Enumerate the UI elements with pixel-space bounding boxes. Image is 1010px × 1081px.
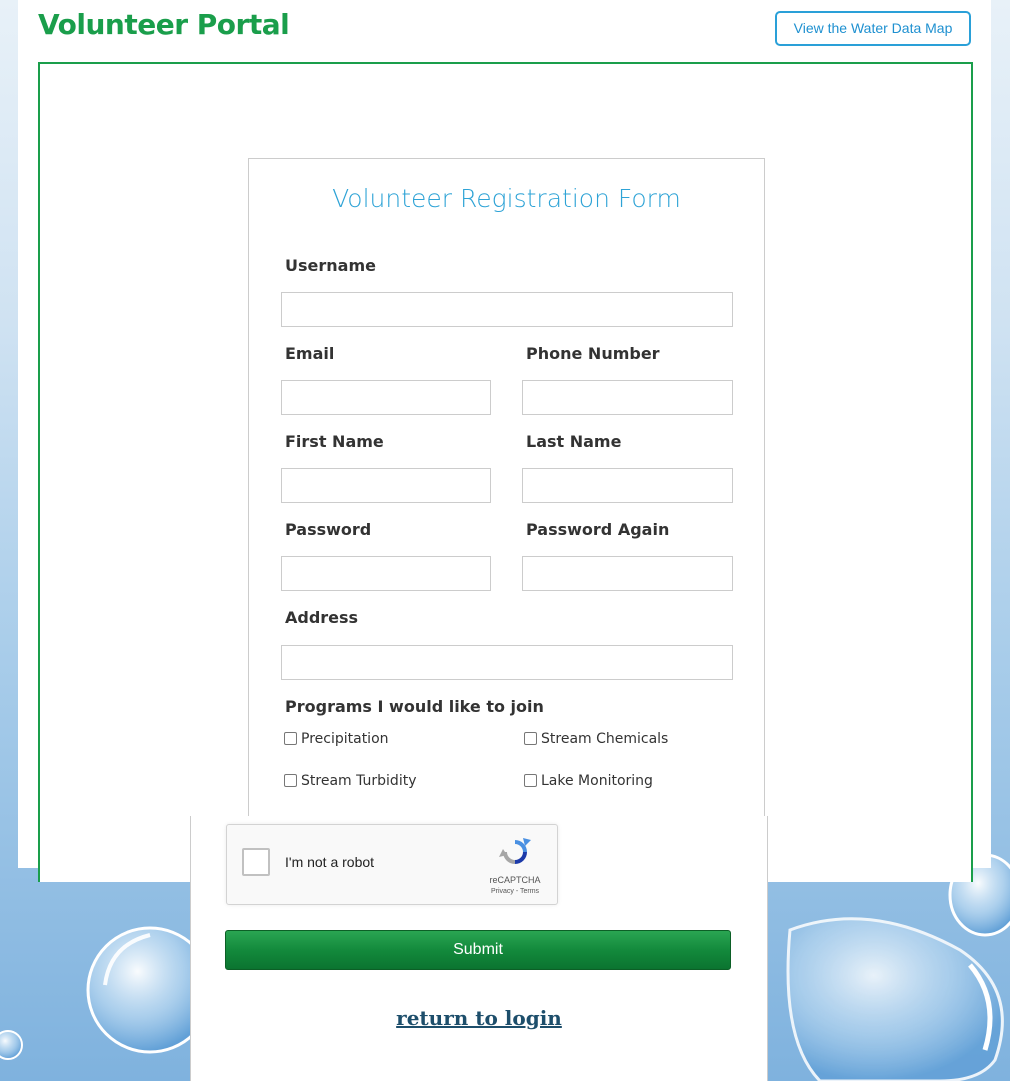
lake-monitoring-checkbox[interactable] [524, 773, 537, 787]
last-name-input[interactable] [522, 468, 733, 503]
recaptcha-icon [499, 838, 531, 864]
precipitation-label: Precipitation [301, 731, 389, 747]
phone-number-label: Phone Number [526, 344, 660, 363]
address-label: Address [285, 608, 359, 627]
username-input[interactable] [281, 292, 733, 327]
address-input[interactable] [281, 645, 733, 680]
bubble-right-blob [786, 917, 1004, 1081]
view-water-data-map-button[interactable]: View the Water Data Map [775, 11, 971, 46]
recaptcha-label: I'm not a robot [285, 854, 375, 870]
form-title: Volunteer Registration Form [332, 184, 681, 213]
program-option-stream-turbidity[interactable]: Stream Turbidity [284, 773, 417, 789]
first-name-label: First Name [285, 432, 384, 451]
program-option-lake-monitoring[interactable]: Lake Monitoring [524, 773, 653, 789]
program-option-precipitation[interactable]: Precipitation [284, 731, 389, 747]
recaptcha-brand: reCAPTCHA [489, 875, 541, 885]
portal-title: Volunteer Portal [38, 8, 290, 41]
programs-label: Programs I would like to join [285, 697, 544, 716]
stream-chemicals-label: Stream Chemicals [541, 731, 669, 747]
stream-chemicals-checkbox[interactable] [524, 731, 537, 745]
username-label: Username [285, 256, 376, 275]
program-option-stream-chemicals[interactable]: Stream Chemicals [524, 731, 668, 747]
stream-turbidity-checkbox[interactable] [284, 773, 297, 787]
stream-turbidity-label: Stream Turbidity [301, 773, 417, 789]
recaptcha-checkbox[interactable] [242, 848, 270, 876]
submit-button[interactable]: Submit [225, 930, 731, 970]
return-to-login-link[interactable]: return to login [190, 1006, 768, 1030]
email-label: Email [285, 344, 335, 363]
password-input[interactable] [281, 556, 491, 591]
email-input[interactable] [281, 380, 491, 415]
password-label: Password [285, 520, 372, 539]
first-name-input[interactable] [281, 468, 491, 503]
password-again-label: Password Again [526, 520, 670, 539]
precipitation-checkbox[interactable] [284, 731, 297, 745]
recaptcha-widget: I'm not a robot reCAPTCHA Privacy - Term… [226, 824, 558, 905]
phone-number-input[interactable] [522, 380, 733, 415]
bubble-left-small [0, 1030, 23, 1060]
recaptcha-privacy-terms[interactable]: Privacy - Terms [479, 888, 551, 895]
lake-monitoring-label: Lake Monitoring [541, 773, 653, 789]
password-again-input[interactable] [522, 556, 733, 591]
last-name-label: Last Name [526, 432, 622, 451]
